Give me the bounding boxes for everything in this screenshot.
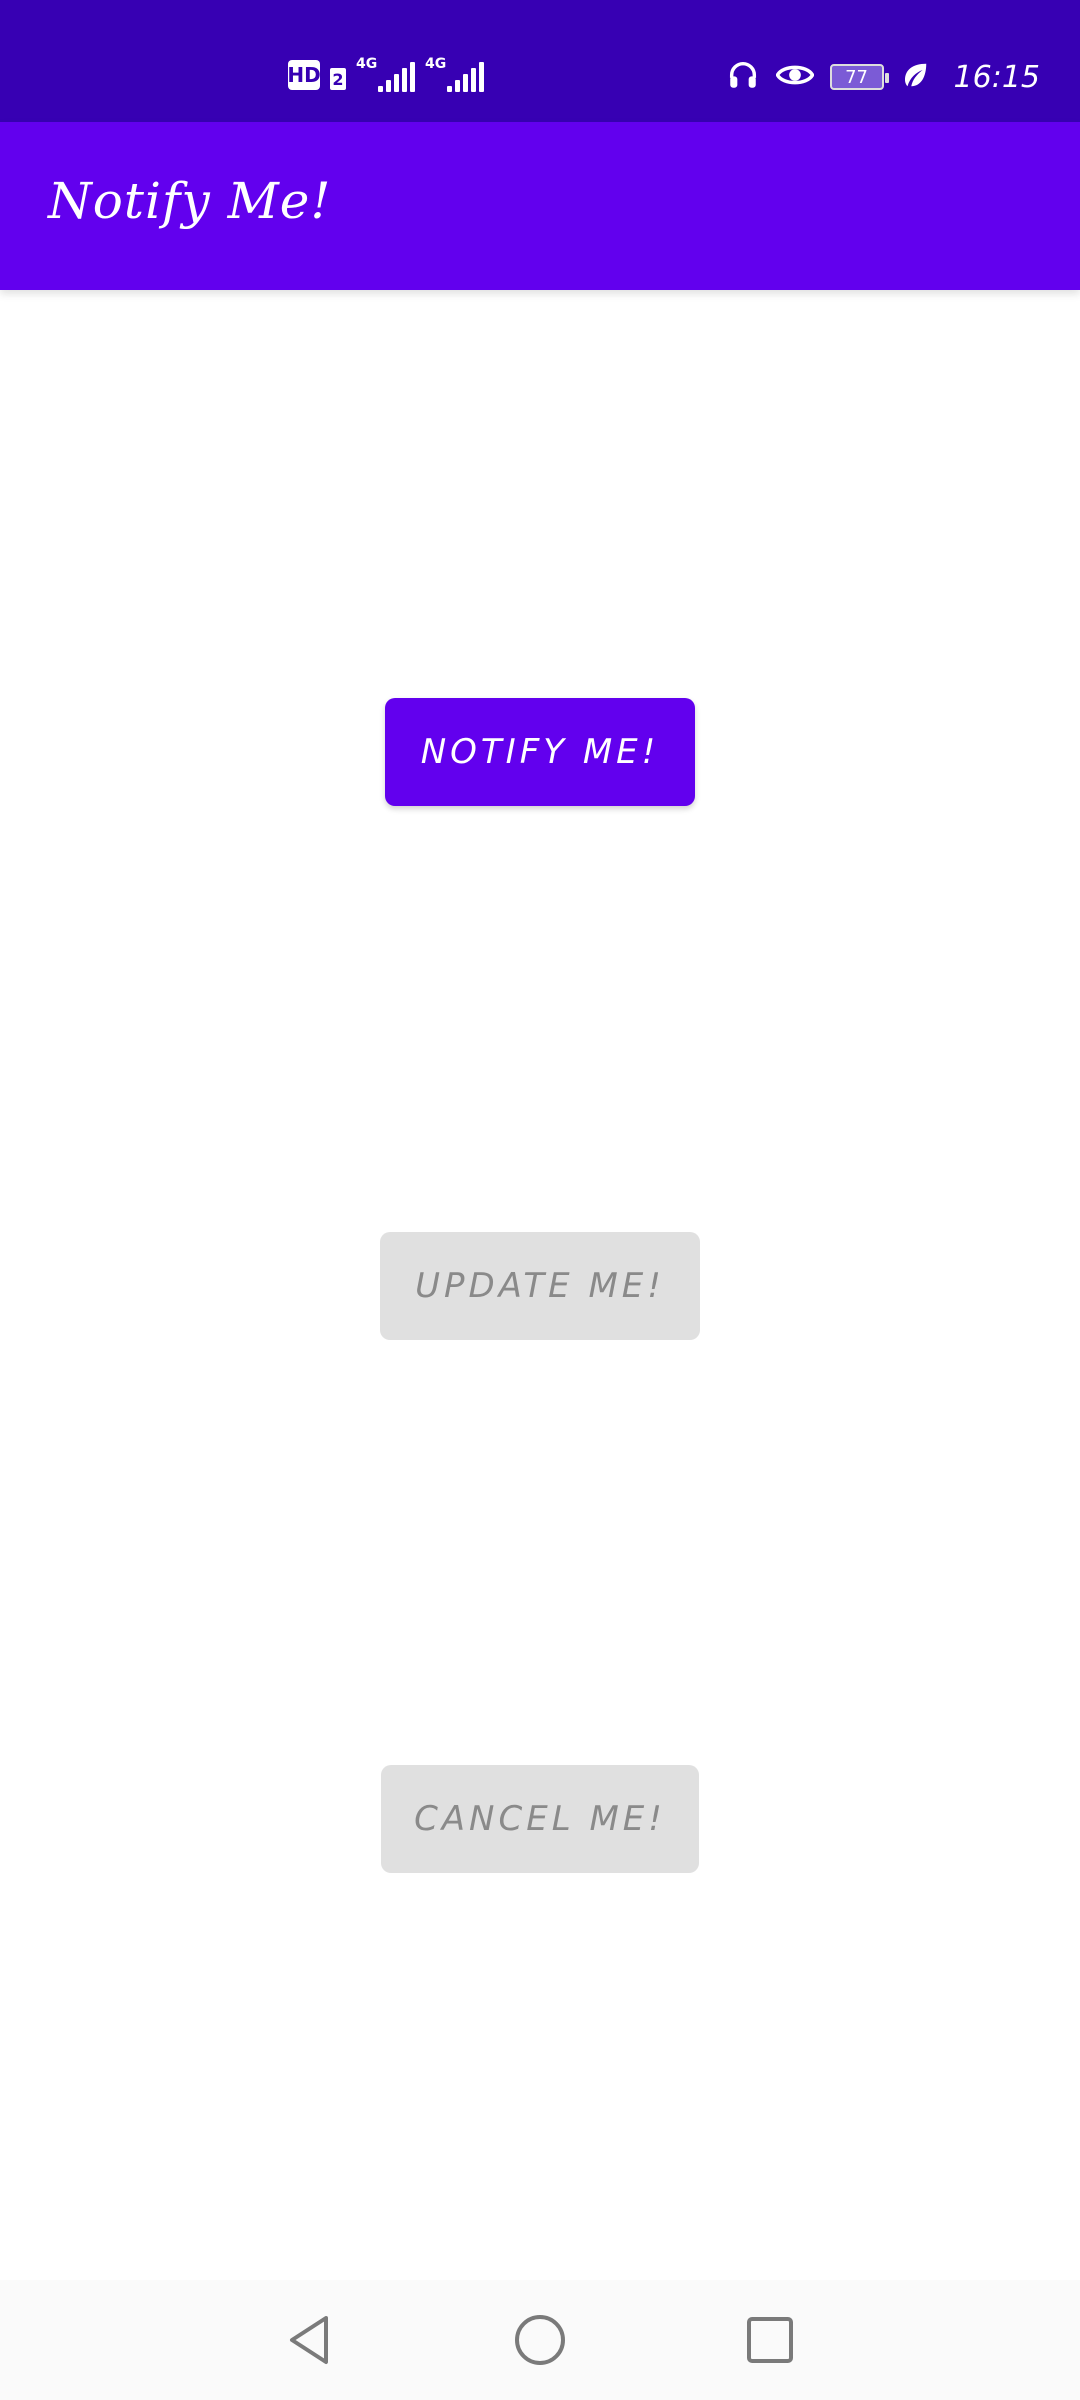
sim-number-badge: 2 (330, 68, 346, 90)
status-time: 16:15 (953, 59, 1040, 95)
signal-icon: 4G (356, 56, 415, 92)
status-bar: HD 2 4G 4G 77 16:15 (0, 0, 1080, 122)
signal-network-label: 4G (356, 56, 378, 72)
nav-recents-button[interactable] (715, 2285, 825, 2395)
status-left-group: HD 2 4G 4G (287, 56, 484, 92)
back-triangle-icon (290, 2316, 328, 2364)
notify-me-button[interactable]: NOTIFY ME! (385, 698, 695, 806)
eye-icon (774, 60, 815, 94)
app-title: Notify Me! (48, 172, 332, 230)
hd-icon: HD (287, 60, 321, 90)
recents-square-icon (747, 2317, 793, 2363)
system-nav-bar (0, 2280, 1080, 2400)
leaf-icon (900, 60, 930, 94)
cancel-me-button[interactable]: CANCEL ME! (381, 1765, 699, 1873)
battery-icon: 77 (829, 64, 889, 90)
nav-back-button[interactable] (255, 2285, 365, 2395)
home-circle-icon (515, 2315, 565, 2365)
signal-network-label: 4G (425, 56, 447, 72)
status-right-group: 77 16:15 (726, 58, 1040, 96)
headphones-icon (726, 58, 760, 96)
signal-icon: 4G (425, 56, 484, 92)
update-me-button[interactable]: UPDATE ME! (380, 1232, 700, 1340)
nav-home-button[interactable] (485, 2285, 595, 2395)
app-bar: Notify Me! (0, 122, 1080, 290)
